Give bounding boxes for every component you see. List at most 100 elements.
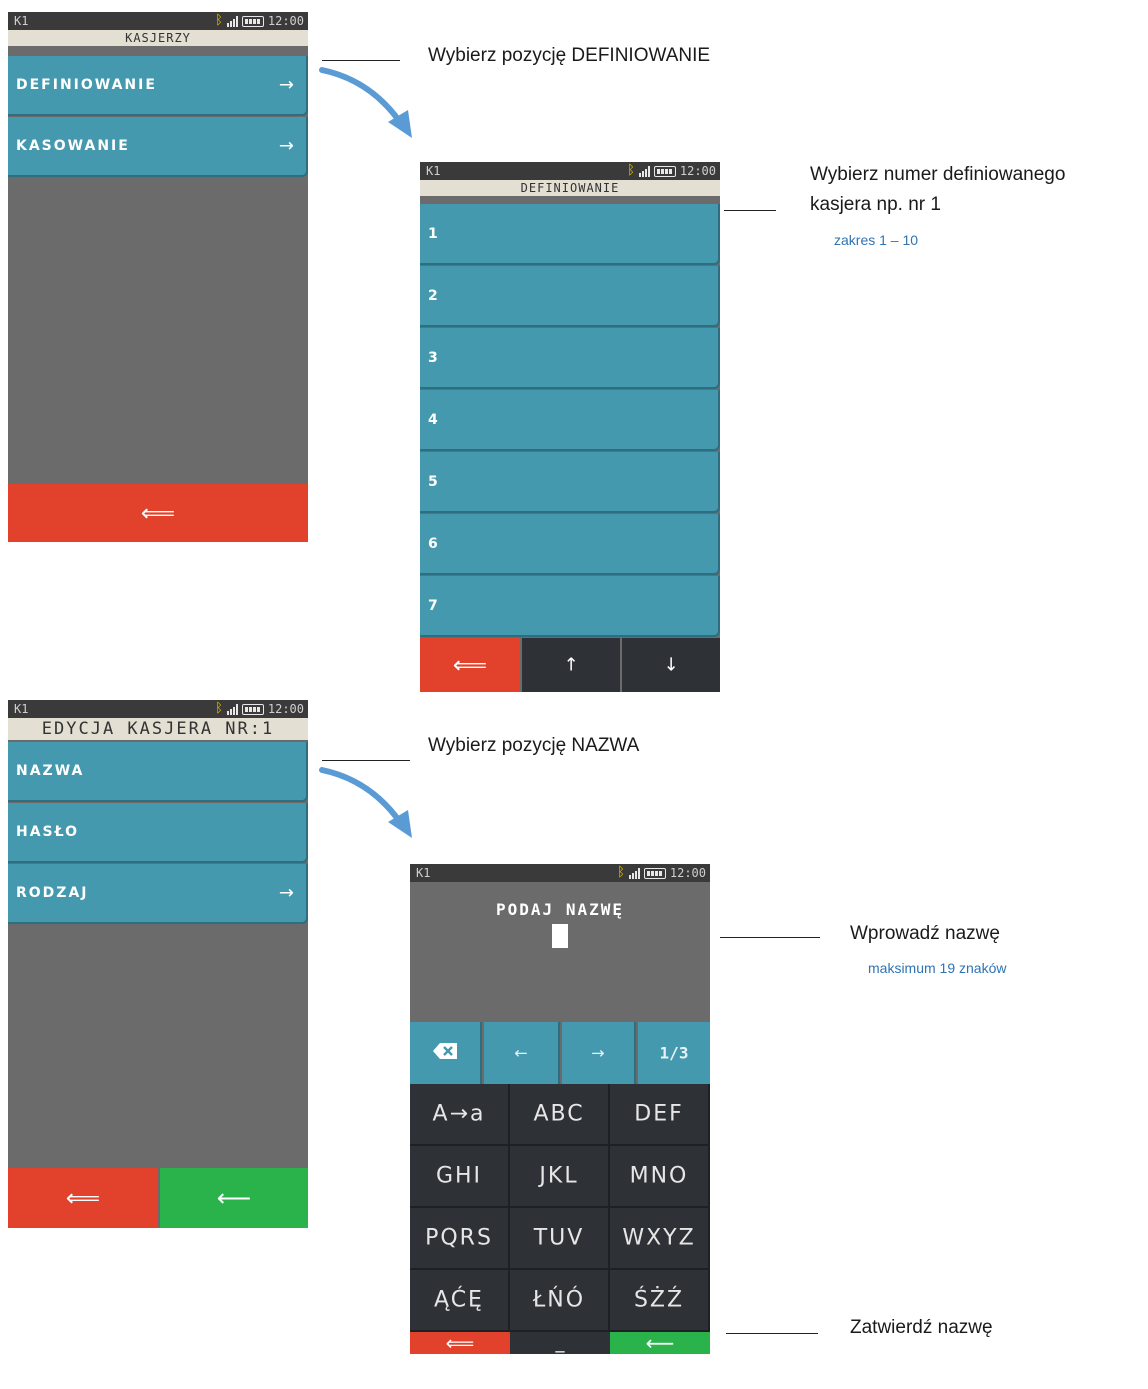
back-button[interactable]: ⟸: [8, 484, 308, 542]
screen-title: KASJERZY: [8, 30, 308, 46]
back-button[interactable]: ⟸: [420, 638, 520, 692]
key-polish-1[interactable]: ĄĆĘ: [410, 1270, 510, 1332]
menu-item-label: RODZAJ: [16, 885, 89, 901]
key-label: MNO: [629, 1163, 689, 1189]
arrow-right-icon: →: [278, 882, 296, 904]
key-label: A→a: [432, 1101, 486, 1127]
terminal-label: K1: [426, 164, 441, 178]
menu-item-2[interactable]: 2: [420, 266, 720, 327]
back-icon: ⟸: [445, 1331, 475, 1354]
enter-button[interactable]: ⟵: [160, 1168, 308, 1228]
status-bar: K1 ᛒ 12:00: [420, 162, 720, 180]
menu-item-5[interactable]: 5: [420, 452, 720, 513]
backspace-icon: [410, 1043, 480, 1063]
menu-item-3[interactable]: 3: [420, 328, 720, 389]
bluetooth-icon: ᛒ: [215, 701, 223, 716]
menu-item-definiowanie[interactable]: DEFINIOWANIE →: [8, 56, 308, 116]
key-case[interactable]: A→a: [410, 1084, 510, 1146]
bluetooth-icon: ᛒ: [215, 13, 223, 28]
key-label: JKL: [539, 1163, 579, 1189]
backspace-button[interactable]: [410, 1022, 482, 1084]
input-prompt: PODAJ NAZWĘ: [496, 900, 624, 919]
scroll-down-button[interactable]: ↓: [622, 638, 720, 692]
terminal-label: K1: [416, 866, 431, 880]
page-indicator: 1/3: [659, 1043, 689, 1063]
screen-podaj-nazwe: K1 ᛒ 12:00 PODAJ NAZWĘ ← → 1/3 A→a ABC D…: [410, 864, 710, 1354]
key-label: PQRS: [425, 1225, 493, 1251]
key-jkl[interactable]: JKL: [510, 1146, 610, 1208]
space-icon: _: [555, 1332, 565, 1354]
key-label: TUV: [533, 1225, 585, 1251]
enter-icon: ⟵: [216, 1184, 252, 1212]
flow-arrow-1: [319, 67, 412, 138]
menu-item-label: 6: [428, 535, 440, 552]
enter-icon: ⟵: [645, 1331, 675, 1354]
menu-item-kasowanie[interactable]: KASOWANIE →: [8, 117, 308, 177]
key-label: ŚŻŹ: [633, 1287, 685, 1313]
battery-icon: [653, 165, 676, 177]
screen-edycja-kasjera: K1 ᛒ 12:00 EDYCJA KASJERA NR:1 NAZWA HAS…: [8, 700, 308, 1228]
key-label: ABC: [533, 1101, 585, 1127]
menu-item-label: 1: [428, 225, 440, 242]
key-abc[interactable]: ABC: [510, 1084, 610, 1146]
bluetooth-icon: ᛒ: [617, 865, 625, 880]
battery-icon: [241, 15, 264, 27]
menu-item-label: 4: [428, 411, 440, 428]
arrow-right-icon: →: [278, 74, 296, 96]
menu-item-nazwa[interactable]: NAZWA: [8, 742, 308, 802]
annotation-maksimum: maksimum 19 znaków: [868, 960, 1007, 976]
key-label: ŁŃÓ: [532, 1287, 586, 1313]
menu-item-label: NAZWA: [16, 763, 85, 779]
signal-icon: [226, 15, 238, 27]
back-button[interactable]: ⟸: [410, 1331, 510, 1354]
key-mno[interactable]: MNO: [610, 1146, 710, 1208]
page-toggle-button[interactable]: 1/3: [638, 1022, 710, 1084]
cursor-right-button[interactable]: →: [562, 1022, 636, 1084]
key-ghi[interactable]: GHI: [410, 1146, 510, 1208]
menu-item-label: KASOWANIE: [16, 138, 130, 154]
key-tuv[interactable]: TUV: [510, 1208, 610, 1270]
key-pqrs[interactable]: PQRS: [410, 1208, 510, 1270]
menu-item-7[interactable]: 7: [420, 576, 720, 637]
menu-item-6[interactable]: 6: [420, 514, 720, 575]
battery-icon: [643, 867, 666, 879]
menu-item-1[interactable]: 1: [420, 204, 720, 265]
back-icon: ⟸: [65, 1184, 101, 1212]
menu-item-rodzaj[interactable]: RODZAJ →: [8, 864, 308, 924]
menu-item-label: 2: [428, 287, 440, 304]
arrow-right-icon: →: [591, 1043, 605, 1063]
battery-icon: [241, 703, 264, 715]
leader-line: [322, 60, 400, 61]
annotation-zakres: zakres 1 – 10: [834, 232, 919, 248]
annotation-nazwa: Wybierz pozycję NAZWA: [428, 735, 640, 756]
space-button[interactable]: _: [510, 1332, 610, 1354]
status-bar: K1 ᛒ 12:00: [410, 864, 710, 882]
key-label: WXYZ: [622, 1225, 696, 1251]
annotation-numer-line1: Wybierz numer definiowanego: [810, 164, 1066, 185]
annotation-definiowanie: Wybierz pozycję DEFINIOWANIE: [428, 45, 711, 66]
text-cursor[interactable]: [552, 924, 568, 948]
enter-button[interactable]: ⟵: [610, 1331, 710, 1354]
key-wxyz[interactable]: WXYZ: [610, 1208, 710, 1270]
clock: 12:00: [669, 866, 706, 880]
annotation-numer-line2: kasjera np. nr 1: [810, 194, 941, 215]
scroll-up-button[interactable]: ↑: [522, 638, 620, 692]
cursor-left-button[interactable]: ←: [484, 1022, 560, 1084]
menu-item-label: 7: [428, 597, 440, 614]
menu-item-label: 3: [428, 349, 440, 366]
leader-line: [726, 1333, 818, 1334]
menu-item-4[interactable]: 4: [420, 390, 720, 451]
key-polish-2[interactable]: ŁŃÓ: [510, 1270, 610, 1332]
bluetooth-icon: ᛒ: [627, 163, 635, 178]
leader-line: [724, 210, 776, 211]
key-label: ĄĆĘ: [434, 1287, 484, 1313]
menu-item-haslo[interactable]: HASŁO: [8, 803, 308, 863]
menu-item-label: 5: [428, 473, 440, 490]
leader-line: [720, 937, 820, 938]
key-label: GHI: [435, 1163, 483, 1189]
back-button[interactable]: ⟸: [8, 1168, 158, 1228]
arrow-left-icon: ←: [514, 1043, 528, 1063]
key-def[interactable]: DEF: [610, 1084, 710, 1146]
terminal-label: K1: [14, 702, 29, 716]
key-polish-3[interactable]: ŚŻŹ: [610, 1270, 710, 1332]
